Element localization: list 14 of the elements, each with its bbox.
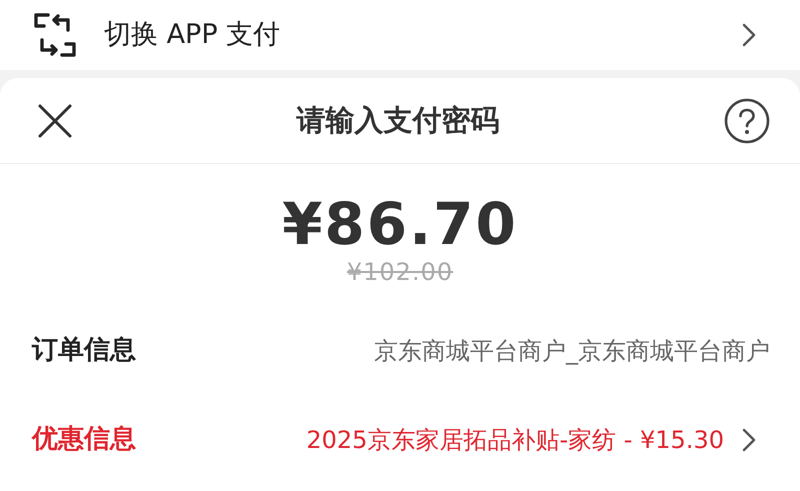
switch-app-pay-row[interactable]: 切换 APP 支付 xyxy=(0,0,800,70)
chevron-right-icon xyxy=(742,23,756,47)
chevron-right-icon xyxy=(742,428,756,452)
row-label: 优惠信息 xyxy=(32,423,136,456)
sheet-title: 请输入支付密码 xyxy=(295,102,500,139)
row-label: 订单信息 xyxy=(32,334,136,367)
original-amount: ¥102.00 xyxy=(346,258,454,286)
swap-icon xyxy=(32,12,78,58)
switch-app-pay-label: 切换 APP 支付 xyxy=(104,18,282,52)
row-value[interactable]: 2025京东家居拓品补贴-家纺 - ¥15.30 xyxy=(136,422,724,458)
payment-amount: ¥86.70 xyxy=(282,190,518,258)
help-icon[interactable] xyxy=(724,98,770,144)
close-icon[interactable] xyxy=(38,104,72,138)
row-value: 京东商城平台商户_京东商城平台商户 xyxy=(373,336,770,367)
